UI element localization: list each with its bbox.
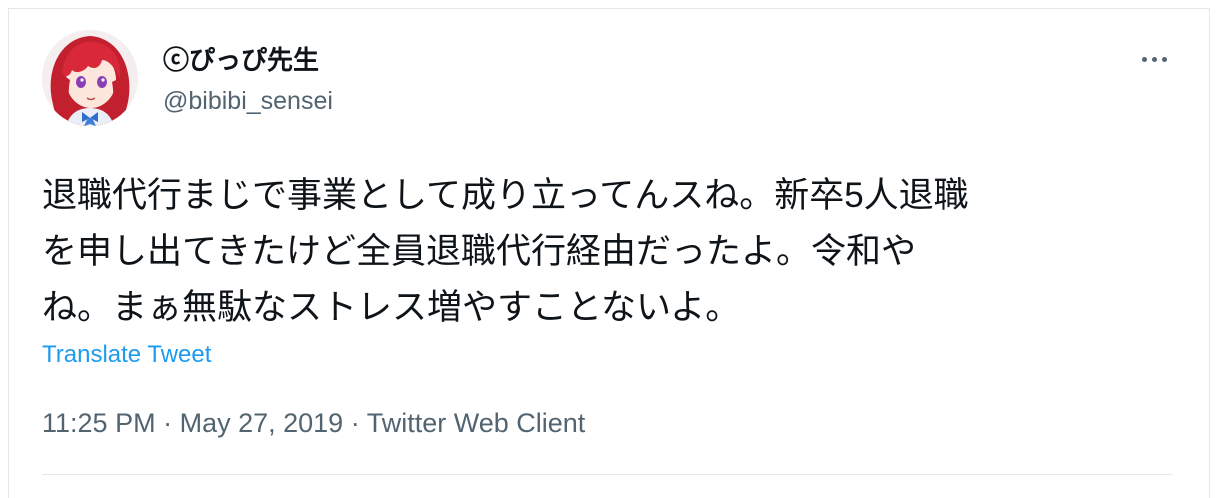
tweet-text-line: を申し出てきたけど全員退職代行経由だったよ。令和や: [42, 232, 916, 271]
translate-tweet-link[interactable]: Translate Tweet: [42, 340, 211, 370]
tweet-card: ⓒぴっぴ先生 @bibibi_sensei 退職代行まじで事業として成り立ってん…: [0, 0, 1218, 488]
meta-separator: ·: [350, 408, 367, 438]
more-dots-icon: [1161, 56, 1167, 62]
tweet-metadata: 11:25 PM · May 27, 2019 · Twitter Web Cl…: [42, 406, 585, 440]
meta-separator: ·: [163, 408, 180, 438]
tweet-timestamp-time[interactable]: 11:25 PM: [42, 408, 156, 438]
more-options-button[interactable]: [1132, 44, 1176, 74]
tweet-text-line: ね。まぁ無駄なストレス増やすことないよ。: [42, 288, 741, 327]
tweet-text-line: 退職代行まじで事業として成り立ってんスね。新卒5人退職: [42, 176, 969, 215]
more-dots-icon: [1141, 56, 1147, 62]
divider: [42, 474, 1172, 475]
tweet-text: 退職代行まじで事業として成り立ってんスね。新卒5人退職 を申し出てきたけど全員退…: [42, 168, 1182, 336]
tweet-source-client[interactable]: Twitter Web Client: [367, 408, 586, 438]
author-display-name[interactable]: ⓒぴっぴ先生: [163, 44, 319, 76]
avatar-illustration: [42, 30, 138, 126]
tweet-timestamp-date[interactable]: May 27, 2019: [180, 408, 344, 438]
author-handle[interactable]: @bibibi_sensei: [163, 86, 333, 116]
more-dots-icon: [1151, 56, 1157, 62]
avatar[interactable]: [42, 30, 138, 126]
